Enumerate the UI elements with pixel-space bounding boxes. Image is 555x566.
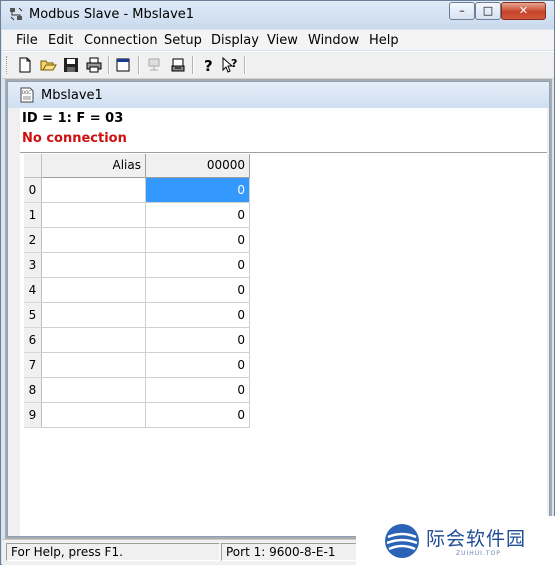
toolbar: ? ? [2, 51, 554, 79]
connect-icon[interactable] [144, 55, 164, 75]
menu-edit[interactable]: Edit [48, 33, 73, 48]
grid-corner[interactable] [24, 154, 42, 178]
alias-cell[interactable] [42, 303, 146, 328]
row-header[interactable]: 8 [24, 378, 42, 403]
watermark-subtext: ZUIHUI.TOP [456, 550, 501, 557]
alias-cell[interactable] [42, 353, 146, 378]
document-window: DOC Mbslave1 ID = 1: F = 03 No connectio… [7, 81, 550, 537]
watermark: 际会软件园 ZUIHUI.TOP [356, 516, 555, 566]
column-header-alias[interactable]: Alias [42, 154, 146, 178]
svg-text:?: ? [204, 57, 213, 75]
status-help-text: For Help, press F1. [6, 543, 220, 561]
menu-help[interactable]: Help [369, 33, 399, 48]
toolbar-separator [192, 56, 194, 74]
menu-setup[interactable]: Setup [164, 33, 202, 48]
menu-window[interactable]: Window [308, 33, 359, 48]
row-header[interactable]: 0 [24, 178, 42, 203]
about-icon[interactable]: ? [198, 55, 218, 75]
row-header[interactable]: 6 [24, 328, 42, 353]
menu-bar: File Edit Connection Setup Display View … [2, 30, 554, 50]
register-value-cell[interactable]: 0 [146, 253, 250, 278]
document-title-bar[interactable]: DOC Mbslave1 [8, 82, 549, 108]
alias-cell[interactable] [42, 278, 146, 303]
app-window: Modbus Slave - Mbslave1 – □ ✕ File Edit … [0, 0, 555, 566]
close-icon: ✕ [518, 4, 529, 17]
register-value-cell[interactable]: 0 [146, 303, 250, 328]
menu-view[interactable]: View [267, 33, 298, 48]
toolbar-grip[interactable] [6, 56, 10, 74]
document-title: Mbslave1 [41, 88, 103, 103]
register-value-cell[interactable]: 0 [146, 328, 250, 353]
register-value-cell[interactable]: 0 [146, 403, 250, 428]
minimize-button[interactable]: – [449, 2, 475, 20]
alias-cell[interactable] [42, 328, 146, 353]
title-bar[interactable]: Modbus Slave - Mbslave1 – □ ✕ [1, 1, 554, 29]
window-icon[interactable] [113, 55, 133, 75]
window-title: Modbus Slave - Mbslave1 [29, 7, 195, 22]
alias-cell[interactable] [42, 403, 146, 428]
context-help-icon[interactable]: ? [220, 55, 240, 75]
document-body: ID = 1: F = 03 No connection Alias 00000 0… [20, 108, 547, 536]
column-header-register[interactable]: 00000 [146, 154, 250, 178]
row-header[interactable]: 7 [24, 353, 42, 378]
close-button[interactable]: ✕ [501, 2, 546, 20]
alias-cell[interactable] [42, 203, 146, 228]
register-value-cell[interactable]: 0 [146, 178, 250, 203]
menu-file[interactable]: File [16, 33, 38, 48]
divider [20, 152, 547, 153]
modbus-app-icon[interactable] [8, 6, 24, 22]
register-value-cell[interactable]: 0 [146, 228, 250, 253]
register-value-cell[interactable]: 0 [146, 278, 250, 303]
menu-connection[interactable]: Connection [84, 33, 158, 48]
svg-text:DOC: DOC [22, 90, 31, 95]
slave-id-function: ID = 1: F = 03 [22, 111, 124, 126]
row-header[interactable]: 4 [24, 278, 42, 303]
open-folder-icon[interactable] [38, 55, 58, 75]
register-value-cell[interactable]: 0 [146, 203, 250, 228]
save-icon[interactable] [61, 55, 81, 75]
register-value-cell[interactable]: 0 [146, 378, 250, 403]
row-header[interactable]: 5 [24, 303, 42, 328]
disconnect-icon[interactable] [168, 55, 188, 75]
toolbar-separator [244, 56, 246, 74]
status-port: Port 1: 9600-8-E-1 [221, 543, 361, 561]
register-value-cell[interactable]: 0 [146, 353, 250, 378]
maximize-icon: □ [482, 4, 494, 17]
maximize-button[interactable]: □ [475, 2, 501, 20]
svg-text:?: ? [231, 57, 237, 70]
row-header[interactable]: 1 [24, 203, 42, 228]
document-icon[interactable]: DOC [19, 87, 35, 103]
alias-cell[interactable] [42, 253, 146, 278]
alias-cell[interactable] [42, 378, 146, 403]
new-document-icon[interactable] [15, 55, 35, 75]
row-header[interactable]: 9 [24, 403, 42, 428]
toolbar-separator [138, 56, 140, 74]
connection-status: No connection [22, 131, 127, 146]
menu-display[interactable]: Display [211, 33, 259, 48]
print-icon[interactable] [84, 55, 104, 75]
alias-cell[interactable] [42, 178, 146, 203]
watermark-logo-icon [382, 521, 422, 561]
watermark-text: 际会软件园 [426, 528, 527, 550]
toolbar-separator [108, 56, 110, 74]
row-header[interactable]: 3 [24, 253, 42, 278]
alias-cell[interactable] [42, 228, 146, 253]
row-header[interactable]: 2 [24, 228, 42, 253]
minimize-icon: – [459, 4, 465, 17]
